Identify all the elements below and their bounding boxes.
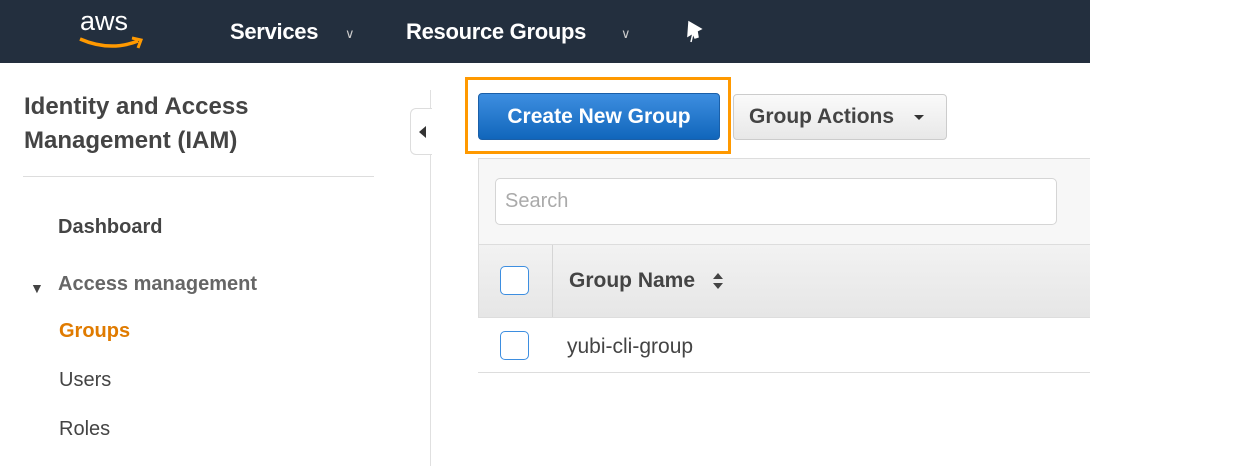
group-name-link[interactable]: yubi-cli-group <box>567 335 693 359</box>
sidebar-item-roles[interactable]: Roles <box>59 418 110 441</box>
caret-down-icon[interactable]: ▼ <box>30 280 44 296</box>
sort-icon[interactable] <box>712 272 724 290</box>
sidebar-divider <box>23 176 374 177</box>
sidebar-item-users[interactable]: Users <box>59 369 111 392</box>
sidebar-title-line: Identity and Access <box>24 93 249 120</box>
column-header-group-name[interactable]: Group Name <box>569 269 695 293</box>
caret-left-icon <box>419 126 426 138</box>
search-input[interactable] <box>495 178 1057 225</box>
chevron-down-icon[interactable]: ∨ <box>621 26 631 42</box>
group-actions-button[interactable]: Group Actions <box>733 94 947 140</box>
aws-smile-icon <box>79 36 144 49</box>
sidebar-section-access-management[interactable]: Access management <box>58 273 257 296</box>
aws-logo[interactable]: aws <box>80 6 128 37</box>
sidebar-item-groups[interactable]: Groups <box>59 320 130 343</box>
column-divider <box>552 245 553 317</box>
pin-icon[interactable] <box>684 20 706 44</box>
sidebar-title-line: Management (IAM) <box>24 127 238 154</box>
resource-groups-menu[interactable]: Resource Groups <box>406 19 586 45</box>
group-actions-label: Group Actions <box>749 105 895 128</box>
chevron-down-icon[interactable]: ∨ <box>345 26 355 42</box>
row-checkbox[interactable] <box>500 331 529 360</box>
select-all-checkbox[interactable] <box>500 266 529 295</box>
create-new-group-button[interactable]: Create New Group <box>478 93 720 140</box>
services-menu[interactable]: Services <box>230 19 318 45</box>
row-divider <box>478 372 1090 373</box>
sidebar-item-dashboard[interactable]: Dashboard <box>58 216 162 239</box>
caret-down-icon <box>914 115 924 120</box>
sidebar-title: Identity and Access Management (IAM) <box>24 90 249 158</box>
top-navigation-bar: aws Services ∨ Resource Groups ∨ <box>0 0 1090 63</box>
collapse-sidebar-button[interactable] <box>410 108 432 155</box>
